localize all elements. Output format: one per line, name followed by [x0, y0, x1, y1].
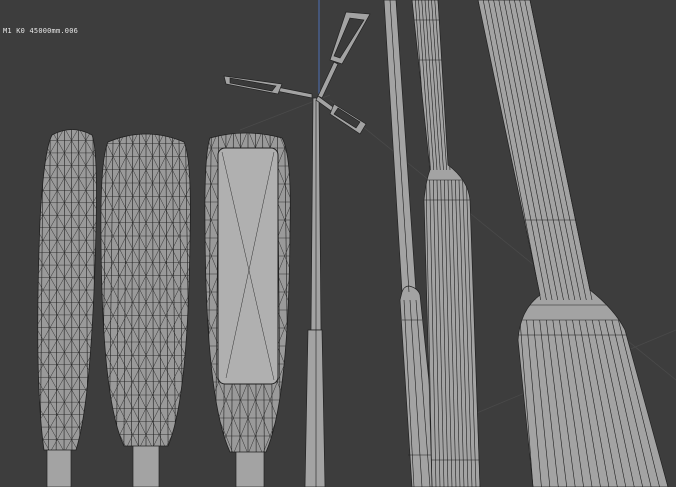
bollard-light-slim[interactable] — [32, 128, 103, 487]
lamp-head-left — [223, 75, 283, 95]
lamp-head-top — [329, 11, 371, 65]
bollard-light-round[interactable] — [94, 130, 197, 487]
viewport-overlay-text: M1 K0 45000mm.006 — [3, 27, 79, 35]
bollard-light-panel[interactable] — [199, 130, 297, 487]
3d-viewport[interactable]: M1 K0 45000mm.006 — [0, 0, 676, 487]
lamp-head-right — [329, 103, 367, 135]
viewport-canvas[interactable] — [0, 0, 676, 487]
